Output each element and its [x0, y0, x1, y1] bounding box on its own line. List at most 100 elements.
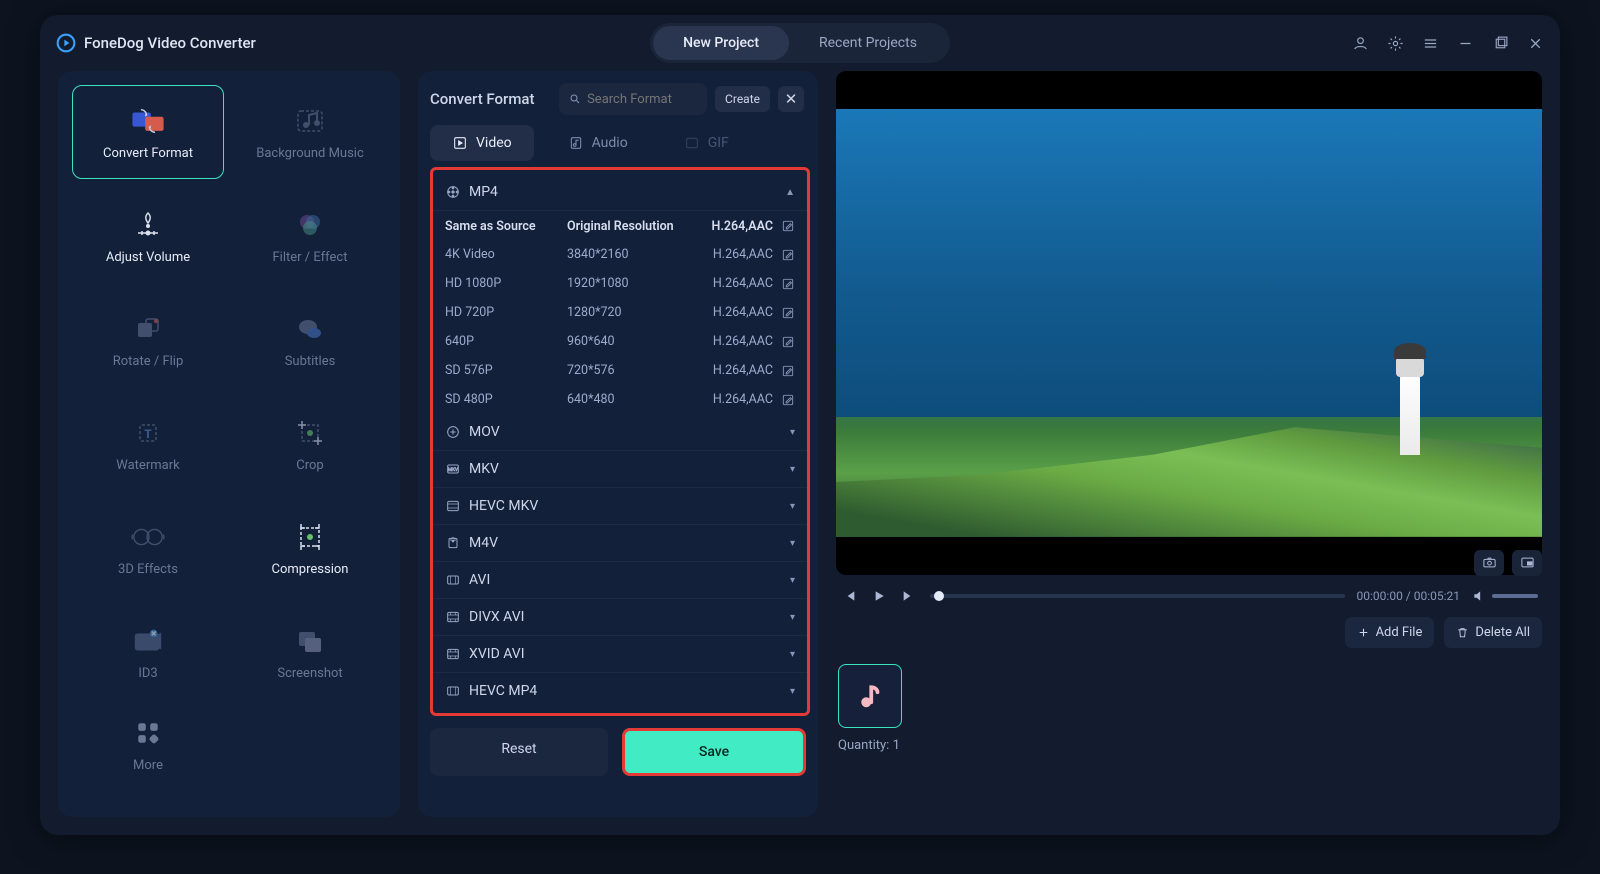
music-note-icon: [855, 681, 885, 711]
project-tabs: New Project Recent Projects: [650, 23, 950, 63]
window-close[interactable]: [1527, 35, 1544, 52]
create-button[interactable]: Create: [715, 86, 770, 112]
format-group-mp4[interactable]: MP4 ▲: [433, 174, 807, 210]
tool-id3[interactable]: ID3: [72, 605, 224, 699]
edit-icon[interactable]: [781, 306, 795, 320]
preset-row[interactable]: HD 1080P1920*1080H.264,AAC: [433, 269, 807, 298]
tab-new-project[interactable]: New Project: [653, 26, 789, 60]
convert-icon: [131, 104, 165, 138]
edit-icon[interactable]: [781, 248, 795, 262]
progress-bar[interactable]: [930, 594, 1345, 598]
more-icon: [135, 720, 161, 750]
preset-row[interactable]: 4K Video3840*2160H.264,AAC: [433, 240, 807, 269]
reset-button[interactable]: Reset: [430, 728, 608, 776]
format-tab-video[interactable]: Video: [430, 125, 534, 161]
format-group-hevc-mkv[interactable]: HEVC MKV▾: [433, 487, 807, 524]
video-preview[interactable]: [836, 71, 1542, 575]
chevron-down-icon: ▾: [790, 501, 795, 512]
format-group-m4v[interactable]: M4V▾: [433, 524, 807, 561]
menu-icon[interactable]: [1422, 35, 1439, 52]
tool-label: Compression: [272, 562, 349, 577]
settings-icon[interactable]: [1387, 35, 1404, 52]
format-group-avi[interactable]: AVI▾: [433, 561, 807, 598]
format-icon: [445, 572, 461, 588]
convert-format-panel: Convert Format Create ✕ Video Audio: [418, 71, 818, 817]
preset-header-row[interactable]: Same as Source Original Resolution H.264…: [433, 210, 807, 240]
tool-3d[interactable]: 3D Effects: [72, 501, 224, 595]
format-tab-gif[interactable]: GIF: [662, 125, 751, 161]
tool-convert[interactable]: Convert Format: [72, 85, 224, 179]
tool-rotate[interactable]: Rotate / Flip: [72, 293, 224, 387]
trash-icon: [1456, 626, 1469, 639]
account-icon[interactable]: [1352, 35, 1369, 52]
tool-more[interactable]: More: [72, 699, 224, 793]
tab-recent-projects[interactable]: Recent Projects: [789, 26, 947, 60]
tool-label: Crop: [296, 458, 323, 473]
window-maximize[interactable]: [1492, 35, 1509, 52]
format-group-hevc-mp4[interactable]: HEVC MP4▾: [433, 672, 807, 709]
format-icon: [445, 609, 461, 625]
quantity-label: Quantity: 1: [838, 738, 902, 753]
preset-row[interactable]: SD 480P640*480H.264,AAC: [433, 385, 807, 414]
edit-icon[interactable]: [781, 335, 795, 349]
format-group-divx-avi[interactable]: DIVX AVI▾: [433, 598, 807, 635]
edit-icon[interactable]: [781, 364, 795, 378]
tool-volume[interactable]: Adjust Volume: [72, 189, 224, 283]
chevron-down-icon: ▾: [790, 538, 795, 549]
format-group-mkv[interactable]: MKVMKV▾: [433, 450, 807, 487]
crop-icon: [293, 416, 327, 450]
volume-control[interactable]: [1472, 589, 1538, 603]
chevron-up-icon: ▲: [785, 187, 795, 198]
pip-button[interactable]: [1512, 550, 1542, 576]
tool-screenshot[interactable]: Screenshot: [234, 605, 386, 699]
save-button[interactable]: Save: [622, 728, 806, 776]
chevron-down-icon: ▾: [790, 575, 795, 586]
play-button[interactable]: [870, 587, 888, 605]
tool-subtitles[interactable]: Subtitles: [234, 293, 386, 387]
edit-icon[interactable]: [781, 277, 795, 291]
tool-label: Adjust Volume: [106, 250, 190, 265]
tool-crop[interactable]: Crop: [234, 397, 386, 491]
edit-icon[interactable]: [781, 393, 795, 407]
tool-music[interactable]: Background Music: [234, 85, 386, 179]
prev-button[interactable]: [840, 587, 858, 605]
add-file-button[interactable]: Add File: [1345, 617, 1435, 648]
format-group-xvid-avi[interactable]: XVID AVI▾: [433, 635, 807, 672]
window-minimize[interactable]: [1457, 35, 1474, 52]
chevron-down-icon: ▾: [790, 686, 795, 697]
search-format[interactable]: [559, 83, 707, 115]
app-brand: FoneDog Video Converter: [56, 33, 256, 53]
search-input[interactable]: [587, 92, 697, 107]
tool-label: Rotate / Flip: [113, 354, 184, 369]
chevron-down-icon: ▾: [790, 464, 795, 475]
music-icon: [293, 104, 327, 138]
edit-icon[interactable]: [781, 219, 795, 233]
format-group-mov[interactable]: MOV▾: [433, 414, 807, 450]
chevron-down-icon: ▾: [790, 649, 795, 660]
chevron-down-icon: ▾: [790, 427, 795, 438]
format-tab-audio[interactable]: Audio: [546, 125, 650, 161]
tool-compress[interactable]: Compression: [234, 501, 386, 595]
tool-watermark[interactable]: TWatermark: [72, 397, 224, 491]
tool-sidebar: Convert Format Background Music Adjust Vol…: [58, 71, 400, 817]
close-panel-button[interactable]: ✕: [778, 86, 804, 112]
tool-label: Subtitles: [285, 354, 336, 369]
tool-filter[interactable]: Filter / Effect: [234, 189, 386, 283]
file-thumb[interactable]: [838, 664, 902, 728]
format-icon: [445, 498, 461, 514]
tool-label: Background Music: [256, 146, 364, 161]
delete-all-button[interactable]: Delete All: [1444, 617, 1542, 648]
preset-row[interactable]: SD 576P720*576H.264,AAC: [433, 356, 807, 385]
preset-row[interactable]: HD 720P1280*720H.264,AAC: [433, 298, 807, 327]
plus-icon: [1357, 626, 1370, 639]
snapshot-button[interactable]: [1474, 550, 1504, 576]
gif-icon: [684, 135, 700, 151]
tool-more-label: More: [133, 758, 163, 773]
panel-title: Convert Format: [430, 90, 535, 108]
video-icon: [452, 135, 468, 151]
svg-text:T: T: [144, 427, 152, 441]
chevron-down-icon: ▾: [790, 612, 795, 623]
next-button[interactable]: [900, 587, 918, 605]
preset-row[interactable]: 640P960*640H.264,AAC: [433, 327, 807, 356]
app-logo-icon: [56, 33, 76, 53]
